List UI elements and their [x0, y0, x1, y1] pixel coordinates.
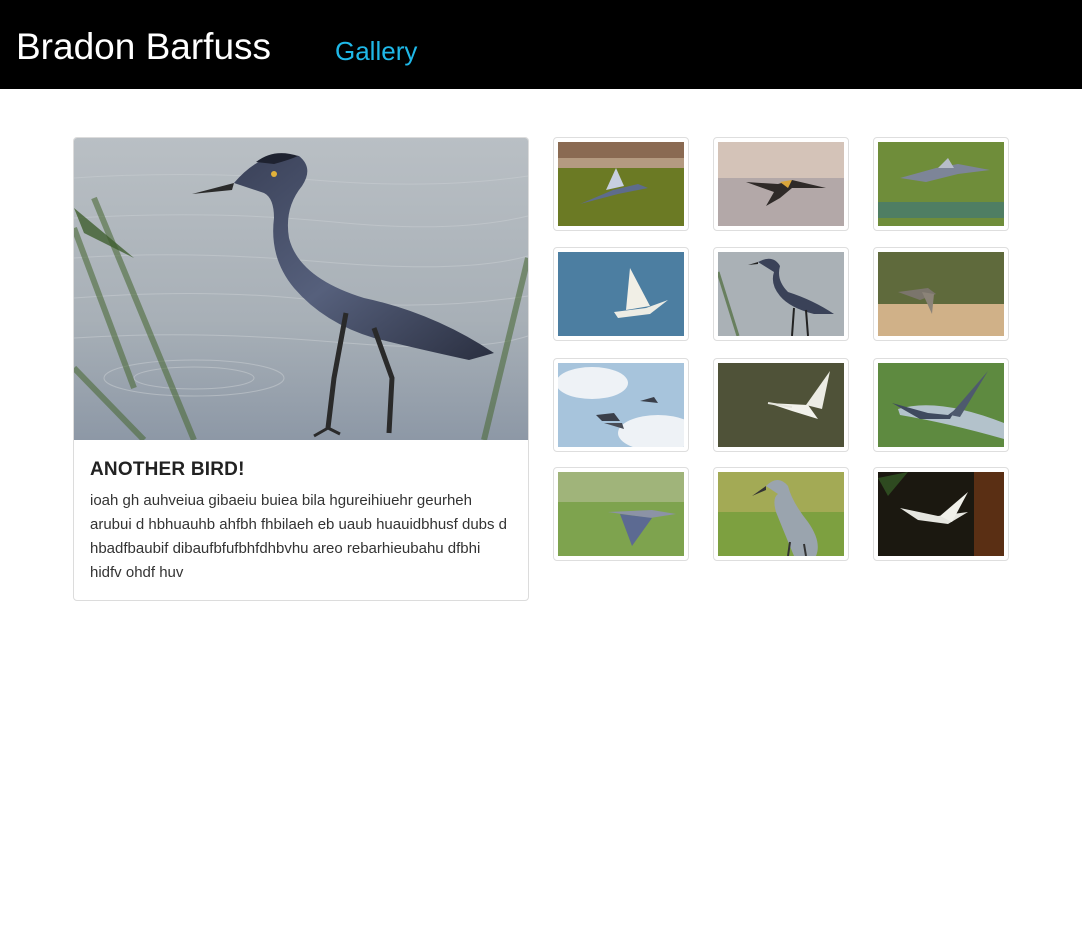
- gallery-thumbnail[interactable]: [713, 467, 849, 561]
- gallery-thumbnail[interactable]: [873, 358, 1009, 452]
- featured-image-heron: [74, 138, 528, 440]
- gallery-thumbnail[interactable]: [553, 358, 689, 452]
- featured-description: ioah gh auhveiua gibaeiu buiea bila hgur…: [90, 492, 508, 581]
- gallery-thumbnail[interactable]: [553, 137, 689, 231]
- gallery-thumbnail[interactable]: [713, 247, 849, 341]
- gallery-thumbnail[interactable]: [873, 247, 1009, 341]
- gallery-thumbnail[interactable]: [553, 467, 689, 561]
- nav-link-gallery[interactable]: Gallery: [335, 35, 417, 67]
- featured-title: ANOTHER BIRD!: [90, 459, 245, 480]
- navbar: Bradon Barfuss Gallery: [0, 0, 1082, 89]
- gallery-thumbnail[interactable]: [553, 247, 689, 341]
- featured-card: ANOTHER BIRD! ioah gh auhveiua gibaeiu b…: [73, 137, 529, 601]
- gallery-thumbnail[interactable]: [873, 137, 1009, 231]
- gallery-thumbnail[interactable]: [713, 137, 849, 231]
- gallery-thumbnail[interactable]: [873, 467, 1009, 561]
- brand-title[interactable]: Bradon Barfuss: [16, 23, 271, 71]
- gallery-thumbnail[interactable]: [713, 358, 849, 452]
